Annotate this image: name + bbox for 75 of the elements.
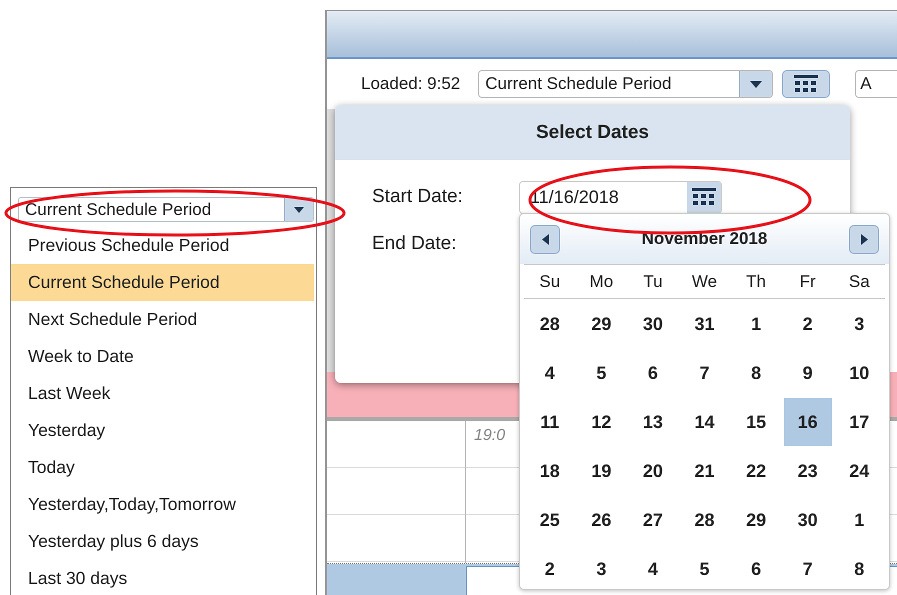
calendar-day[interactable]: 29	[732, 496, 780, 544]
dropdown-option[interactable]: Last 30 days	[11, 560, 314, 595]
calendar-icon	[792, 75, 820, 93]
calendar-day[interactable]: 4	[526, 348, 574, 396]
weekday-label: We	[690, 272, 718, 292]
dropdown-option[interactable]: Previous Schedule Period	[11, 227, 314, 264]
calendar-day[interactable]: 5	[680, 544, 729, 592]
calendar-day[interactable]: 4	[628, 544, 677, 592]
weekday-label: Sa	[848, 272, 871, 292]
calendar-day[interactable]: 22	[732, 446, 780, 494]
dialog-title: Select Dates	[536, 122, 649, 144]
calendar-day[interactable]: 3	[835, 300, 884, 348]
calendar-day[interactable]: 14	[680, 398, 729, 446]
weekday-label: Fr	[798, 272, 817, 292]
calendar-day[interactable]: 5	[577, 348, 626, 396]
select-field[interactable]: A	[855, 70, 897, 98]
calendar-day[interactable]: 28	[680, 496, 729, 544]
calendar-day[interactable]: 12	[577, 398, 626, 446]
calendar-day[interactable]: 21	[680, 446, 729, 494]
dropdown-option[interactable]: Next Schedule Period	[11, 301, 314, 338]
weekday-label: Mo	[588, 272, 614, 292]
calendar-day[interactable]: 24	[835, 446, 884, 494]
start-date-label: Start Date:	[372, 186, 464, 208]
weekday-label: Tu	[642, 272, 664, 292]
dropdown-option[interactable]: Today	[11, 449, 314, 486]
calendar-day[interactable]: 23	[784, 446, 832, 494]
previous-month-button[interactable]	[530, 224, 560, 254]
dropdown-option[interactable]: Yesterday plus 6 days	[11, 523, 314, 560]
month-title: November 2018	[642, 229, 768, 249]
calendar-day[interactable]: 1	[835, 496, 884, 544]
loaded-time: Loaded: 9:52	[361, 74, 460, 94]
calendar-day[interactable]: 2	[784, 300, 832, 348]
right-triangle-icon	[860, 234, 868, 244]
end-date-label: End Date:	[372, 233, 458, 255]
calendar-icon[interactable]	[687, 182, 721, 212]
next-month-button[interactable]	[849, 224, 879, 254]
left-triangle-icon	[542, 234, 548, 244]
dropdown-option[interactable]: Yesterday,Today,Tomorrow	[11, 486, 314, 523]
period-select[interactable]: Current Schedule Period	[478, 70, 774, 98]
dropdown-option[interactable]: Last Week	[11, 375, 314, 412]
calendar-day[interactable]: 19	[577, 446, 626, 494]
calendar-day[interactable]: 16	[784, 398, 832, 446]
calendar-day[interactable]: 7	[784, 544, 832, 592]
calendar-day[interactable]: 26	[577, 496, 626, 544]
dropdown-option[interactable]: Week to Date	[11, 338, 314, 375]
calendar-day[interactable]: 6	[628, 348, 677, 396]
calendar-day[interactable]: 13	[628, 398, 677, 446]
calendar-day[interactable]: 7	[680, 348, 729, 396]
calendar-day[interactable]: 9	[784, 348, 832, 396]
calendar-day[interactable]: 15	[732, 398, 780, 446]
weekday-label: Su	[538, 272, 562, 292]
calendar-day[interactable]: 30	[628, 300, 677, 348]
calendar-day[interactable]: 10	[835, 348, 884, 396]
calendar-day[interactable]: 30	[784, 496, 832, 544]
calendar-day[interactable]: 17	[835, 398, 884, 446]
calendar-day[interactable]: 1	[732, 300, 780, 348]
calendar-day[interactable]: 3	[577, 544, 626, 592]
calendar-day[interactable]: 29	[577, 300, 626, 348]
calendar-day[interactable]: 8	[835, 544, 884, 592]
calendar-day[interactable]: 20	[628, 446, 677, 494]
calendar-day[interactable]: 18	[526, 446, 574, 494]
period-select[interactable]: Current Schedule Period	[18, 197, 314, 222]
time-label: 19:0	[474, 427, 506, 445]
calendar-day[interactable]: 28	[526, 300, 574, 348]
calendar-day[interactable]: 27	[628, 496, 677, 544]
calendar-day[interactable]: 6	[732, 544, 780, 592]
calendar-day[interactable]: 25	[526, 496, 574, 544]
weekday-label: Th	[745, 272, 768, 292]
calendar-day[interactable]: 31	[680, 300, 729, 348]
calendar-day[interactable]: 11	[526, 398, 574, 446]
dropdown-option[interactable]: Current Schedule Period	[11, 264, 314, 301]
calendar-button[interactable]	[782, 70, 830, 98]
calendar-day[interactable]: 8	[732, 348, 780, 396]
dropdown-option[interactable]: Yesterday	[11, 412, 314, 449]
calendar-day[interactable]: 2	[526, 544, 574, 592]
